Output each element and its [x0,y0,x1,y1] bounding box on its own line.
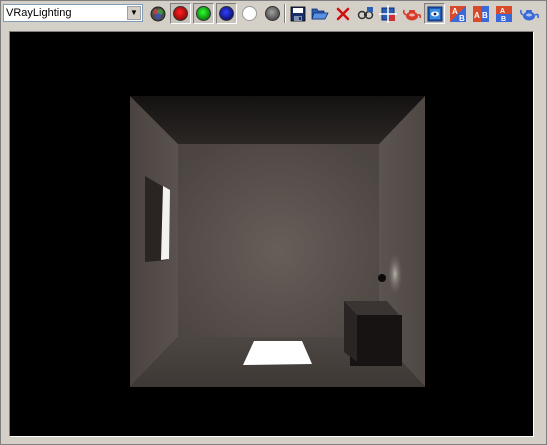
floor-light-patch [243,341,312,365]
view-frame-button[interactable] [424,3,445,24]
render-viewport[interactable] [12,34,529,434]
open-icon [310,6,329,22]
save-image-button[interactable] [287,3,308,24]
ceiling [130,96,425,144]
render-viewport-frame [9,31,534,437]
green-channel-button[interactable] [193,3,214,24]
teapot-icon [519,6,539,22]
alpha-channel-button[interactable] [239,3,260,24]
compare-b-icon: A B [495,5,512,22]
compare-b-button[interactable]: A B [493,3,514,24]
render-button[interactable] [518,3,539,24]
compare-a-button[interactable]: A B [447,3,468,24]
svg-text:A: A [452,7,458,16]
render-last-button[interactable] [401,3,422,24]
green-channel-icon [196,6,211,21]
open-image-button[interactable] [309,3,330,24]
rgb-channels-button[interactable] [147,3,168,24]
region-render-button[interactable] [377,3,398,24]
wall-glow [387,252,403,296]
blue-channel-icon [219,6,234,21]
save-icon [290,6,306,22]
clear-icon [336,7,350,21]
compare-ab-icon: A B [472,5,489,22]
render-element-dropdown[interactable]: VRayLighting ▼ [3,4,143,22]
sphere [378,274,386,282]
svg-text:B: B [482,11,488,20]
view-frame-icon [427,6,443,22]
mono-channel-icon [265,6,280,21]
rendered-image [130,96,425,387]
track-mouse-button[interactable] [355,3,376,24]
chevron-down-icon[interactable]: ▼ [127,6,141,20]
svg-text:A: A [474,11,480,20]
svg-text:B: B [459,14,465,22]
clear-image-button[interactable] [332,3,353,24]
toolbar-separator [284,4,286,23]
region-render-icon [378,4,397,23]
blue-channel-button[interactable] [216,3,237,24]
mono-channel-button[interactable] [262,3,283,24]
red-channel-button[interactable] [170,3,191,24]
toolbar: VRayLighting ▼ A B A B A B [1,1,546,27]
vfb-window: VRayLighting ▼ A B A B A B [0,0,547,445]
render-last-icon [402,6,421,22]
svg-text:B: B [501,16,506,22]
compare-ab-button[interactable]: A B [470,3,491,24]
compare-a-icon: A B [449,5,466,22]
red-channel-icon [173,6,188,21]
svg-text:A: A [500,8,505,15]
track-mouse-icon [357,6,375,22]
render-element-value: VRayLighting [6,7,72,19]
box-front [350,315,402,366]
rgb-channels-icon [150,6,166,22]
alpha-channel-icon [242,6,257,21]
